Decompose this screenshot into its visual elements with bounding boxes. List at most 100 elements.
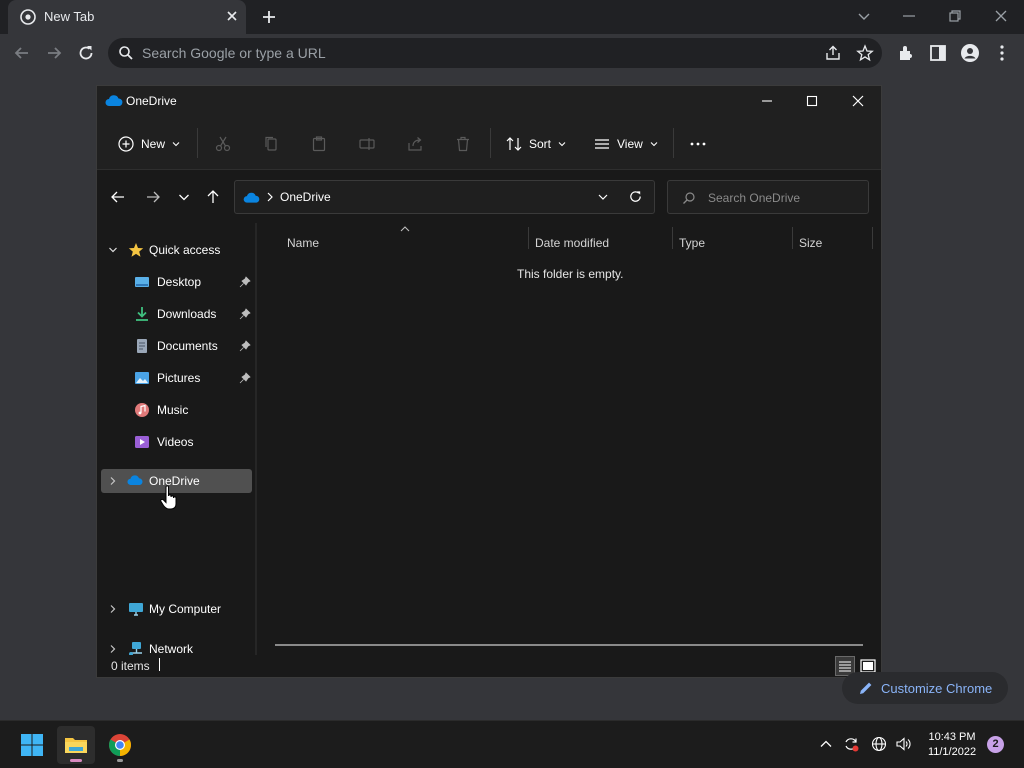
column-header-name[interactable]: Name	[287, 236, 319, 250]
address-bar[interactable]: OneDrive	[234, 180, 655, 214]
explorer-navigation-bar: OneDrive Search OneDrive	[97, 171, 881, 223]
breadcrumb-onedrive[interactable]: OneDrive	[280, 190, 331, 204]
cut-icon[interactable]	[214, 135, 232, 153]
sidebar-item-pictures[interactable]: Pictures	[101, 365, 251, 391]
breadcrumb-chevron-icon[interactable]	[265, 191, 275, 203]
sidebar-item-my-computer[interactable]: My Computer	[101, 596, 251, 622]
recent-locations-chevron-icon[interactable]	[176, 189, 192, 205]
sidebar-item-label: Downloads	[157, 307, 217, 321]
share-icon[interactable]	[824, 44, 842, 62]
file-list-pane[interactable]: Name Date modified Type Size This folder…	[257, 223, 881, 655]
copy-icon[interactable]	[262, 135, 280, 153]
taskbar-clock[interactable]: 10:43 PM 11/1/2022	[916, 730, 988, 760]
sidebar-item-videos[interactable]: Videos	[101, 429, 251, 455]
rename-icon[interactable]	[358, 135, 376, 153]
restore-icon[interactable]	[946, 7, 964, 25]
customize-chrome-button[interactable]: Customize Chrome	[842, 672, 1008, 704]
search-placeholder: Search OneDrive	[708, 191, 801, 205]
sidebar-item-quick-access[interactable]: Quick access	[101, 237, 251, 263]
collapsed-chevron-icon[interactable]	[108, 604, 118, 614]
chevron-down-icon	[650, 142, 658, 147]
tab-new-tab[interactable]: New Tab	[8, 0, 246, 34]
explorer-back-icon[interactable]	[110, 189, 126, 205]
sidebar-item-music[interactable]: Music	[101, 397, 251, 423]
share-file-icon[interactable]	[406, 135, 424, 153]
pictures-icon	[135, 372, 149, 384]
view-button[interactable]: View	[593, 134, 659, 154]
status-bar: 0 items	[97, 655, 881, 677]
delete-icon[interactable]	[454, 135, 472, 153]
explorer-forward-icon[interactable]	[145, 189, 161, 205]
new-tab-icon[interactable]	[260, 8, 278, 26]
computer-icon	[129, 603, 143, 616]
explorer-minimize-icon[interactable]	[759, 93, 775, 109]
horizontal-scrollbar[interactable]	[275, 644, 863, 646]
reload-icon[interactable]	[76, 43, 96, 63]
column-divider[interactable]	[872, 227, 873, 249]
new-button[interactable]: New	[117, 134, 181, 154]
column-divider[interactable]	[528, 227, 529, 249]
pin-icon[interactable]	[239, 372, 251, 384]
folder-icon	[65, 738, 87, 753]
bookmark-star-icon[interactable]	[856, 44, 874, 62]
pin-icon[interactable]	[239, 308, 251, 320]
close-tab-icon[interactable]	[224, 8, 240, 24]
chevron-down-icon	[172, 142, 180, 147]
sort-button[interactable]: Sort	[505, 134, 567, 154]
tab-title: New Tab	[44, 9, 95, 24]
minimize-icon[interactable]	[900, 7, 918, 25]
sidebar-item-downloads[interactable]: Downloads	[101, 301, 251, 327]
close-window-icon[interactable]	[992, 7, 1010, 25]
column-divider[interactable]	[792, 227, 793, 249]
sidebar-item-desktop[interactable]: Desktop	[101, 269, 251, 295]
pencil-icon	[860, 682, 872, 694]
refresh-icon[interactable]	[628, 189, 643, 204]
onedrive-cloud-icon	[105, 95, 123, 106]
star-icon	[128, 243, 144, 257]
pin-icon[interactable]	[239, 340, 251, 352]
item-count: 0 items	[111, 659, 150, 673]
column-header-size[interactable]: Size	[799, 236, 822, 250]
sync-status-icon[interactable]	[843, 736, 859, 752]
search-onedrive-input[interactable]: Search OneDrive	[667, 180, 869, 214]
collapsed-chevron-icon[interactable]	[108, 476, 118, 486]
column-header-date-modified[interactable]: Date modified	[535, 236, 609, 250]
sort-arrows-icon	[506, 137, 522, 151]
notification-badge[interactable]: 2	[987, 736, 1004, 753]
taskbar-file-explorer[interactable]	[57, 726, 95, 764]
explorer-close-icon[interactable]	[850, 93, 866, 109]
tab-search-chevron-icon[interactable]	[855, 7, 873, 25]
globe-icon[interactable]	[871, 736, 887, 752]
chrome-menu-icon[interactable]	[992, 43, 1012, 63]
side-panel-icon[interactable]	[928, 43, 948, 63]
explorer-maximize-icon[interactable]	[804, 93, 820, 109]
extensions-icon[interactable]	[896, 43, 916, 63]
documents-icon	[137, 339, 147, 353]
address-history-chevron-icon[interactable]	[597, 191, 609, 203]
back-icon[interactable]	[12, 43, 32, 63]
show-hidden-icons-chevron-icon[interactable]	[818, 736, 834, 752]
downloads-icon	[136, 307, 148, 321]
taskbar-chrome[interactable]	[101, 726, 139, 764]
up-folder-icon[interactable]	[205, 189, 221, 205]
collapsed-chevron-icon[interactable]	[108, 644, 118, 654]
expanded-chevron-icon[interactable]	[108, 245, 118, 255]
sidebar-item-label: Videos	[157, 435, 194, 449]
volume-icon[interactable]	[895, 736, 911, 752]
search-icon	[683, 192, 695, 204]
column-divider[interactable]	[672, 227, 673, 249]
pin-icon[interactable]	[239, 276, 251, 288]
sidebar-item-documents[interactable]: Documents	[101, 333, 251, 359]
forward-icon[interactable]	[44, 43, 64, 63]
plus-circle-icon	[118, 136, 134, 152]
paste-icon[interactable]	[310, 135, 328, 153]
navigation-pane: Quick access Desktop Downloads Documents…	[97, 223, 255, 656]
start-button[interactable]	[13, 726, 51, 764]
column-header-type[interactable]: Type	[679, 236, 705, 250]
omnibox[interactable]: Search Google or type a URL	[108, 38, 882, 68]
profile-avatar-icon[interactable]	[960, 43, 980, 63]
more-options-icon[interactable]	[689, 135, 707, 153]
customize-chrome-label: Customize Chrome	[881, 681, 993, 696]
explorer-title-bar[interactable]: OneDrive	[97, 86, 881, 116]
running-app-indicator	[117, 759, 123, 762]
